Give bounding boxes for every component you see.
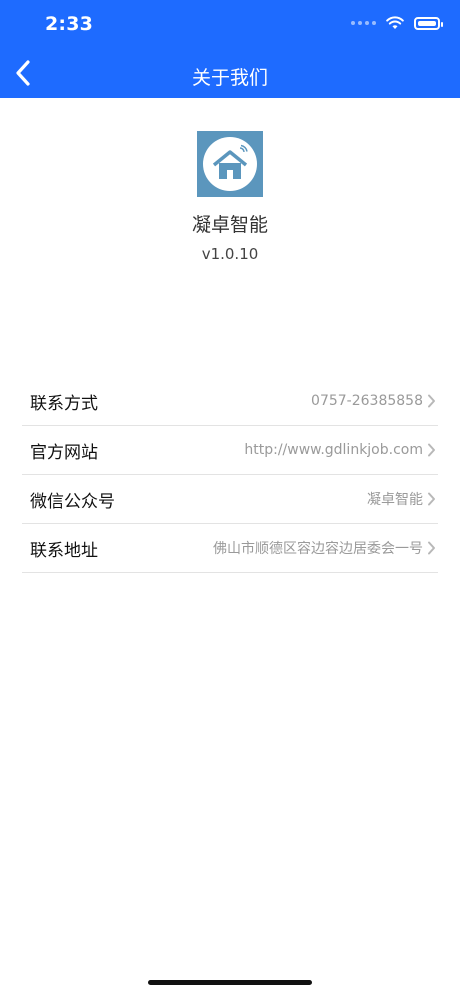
app-version: v1.0.10	[201, 245, 259, 263]
chevron-right-icon	[427, 443, 436, 457]
battery-icon	[414, 16, 443, 30]
address-label: 联系地址	[30, 540, 98, 561]
chevron-right-icon	[427, 394, 436, 408]
contact-value: 0757-26385858	[311, 393, 423, 409]
website-label: 官方网站	[30, 442, 98, 463]
app-name: 凝卓智能	[191, 214, 268, 236]
home-indicator	[148, 980, 312, 985]
status-icons	[351, 16, 443, 30]
wechat-value: 凝卓智能	[367, 492, 423, 508]
address-value: 佛山市顺德区容边容边居委会一号	[213, 541, 423, 557]
house-logo-icon	[212, 144, 248, 179]
contact-row[interactable]: 联系方式 0757-26385858	[22, 377, 438, 426]
contact-label: 联系方式	[30, 393, 98, 414]
chevron-right-icon	[427, 492, 436, 506]
website-value: http://www.gdlinkjob.com	[244, 442, 423, 458]
header-bar: 2:33 关于我们	[0, 0, 460, 98]
chevron-right-icon	[427, 541, 436, 555]
page-title: 关于我们	[191, 67, 268, 89]
signal-icon	[351, 21, 376, 25]
website-row[interactable]: 官方网站 http://www.gdlinkjob.com	[22, 426, 438, 475]
wechat-row[interactable]: 微信公众号 凝卓智能	[22, 475, 438, 524]
wifi-icon	[386, 16, 404, 30]
wechat-label: 微信公众号	[30, 491, 115, 512]
info-list: 联系方式 0757-26385858 官方网站 http://www.gdlin…	[22, 377, 438, 573]
status-time: 2:33	[45, 13, 94, 35]
app-logo	[197, 131, 263, 197]
address-row[interactable]: 联系地址 佛山市顺德区容边容边居委会一号	[22, 524, 438, 573]
